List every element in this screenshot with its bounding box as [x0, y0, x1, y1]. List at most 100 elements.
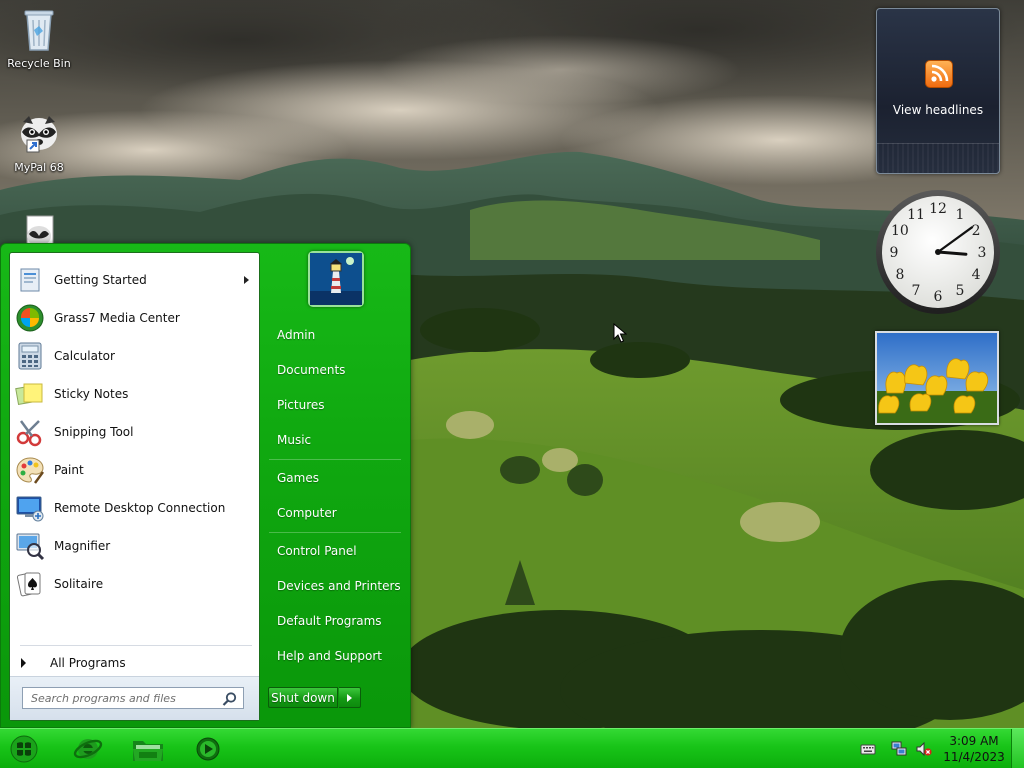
submenu-arrow-icon — [244, 276, 249, 284]
clock-numeral: 1 — [956, 207, 965, 223]
tulips-photo — [877, 333, 997, 423]
place-control-panel[interactable]: Control Panel — [266, 536, 404, 566]
shutdown-button[interactable]: Shut down — [268, 687, 338, 708]
place-label: Devices and Printers — [277, 579, 401, 593]
clock-numeral: 8 — [895, 267, 904, 283]
user-account-picture[interactable] — [308, 251, 364, 307]
program-label: Solitaire — [54, 577, 104, 591]
clock-numeral: 9 — [890, 245, 899, 261]
start-button[interactable] — [2, 732, 46, 766]
all-programs-label: All Programs — [50, 656, 126, 670]
place-documents[interactable]: Documents — [266, 355, 404, 385]
clock-numeral: 11 — [907, 207, 925, 223]
desktop-icon-label: MyPal 68 — [14, 161, 64, 174]
program-snipping-tool[interactable]: Snipping Tool — [12, 414, 257, 450]
raccoon-shortcut-icon — [2, 112, 76, 159]
feed-headlines-gadget[interactable]: View headlines — [876, 8, 1000, 174]
start-menu-programs-pane: Getting Started Grass7 Media Center Calc… — [9, 252, 260, 721]
program-label: Snipping Tool — [54, 425, 134, 439]
media-center-icon — [14, 302, 46, 334]
place-label: Music — [277, 433, 312, 447]
clock-date: 11/4/2023 — [943, 750, 1005, 764]
playing-cards-icon — [14, 568, 46, 600]
mouse-cursor-icon — [613, 322, 628, 346]
volume-muted-icon[interactable] — [916, 741, 932, 757]
place-label: Default Programs — [277, 614, 382, 628]
clock-numeral: 10 — [891, 223, 909, 239]
program-label: Getting Started — [54, 273, 147, 287]
place-label: Computer — [277, 506, 337, 520]
media-player-icon — [196, 737, 220, 761]
shutdown-options-arrow-icon[interactable] — [339, 687, 361, 708]
desktop-icon-label: Recycle Bin — [7, 57, 71, 70]
calculator-icon — [14, 340, 46, 372]
clock-numeral: 6 — [934, 289, 943, 305]
clock-numeral: 3 — [978, 245, 987, 261]
all-programs-button[interactable]: All Programs — [12, 650, 257, 676]
program-label: Remote Desktop Connection — [54, 501, 226, 515]
places-divider — [269, 532, 401, 533]
places-divider — [269, 459, 401, 460]
program-solitaire[interactable]: Solitaire — [12, 566, 257, 602]
start-menu: Getting Started Grass7 Media Center Calc… — [0, 243, 411, 728]
search-bar — [10, 676, 259, 720]
taskbar-explorer[interactable] — [126, 732, 170, 766]
search-icon[interactable] — [222, 691, 238, 707]
program-label: Sticky Notes — [54, 387, 129, 401]
desktop-icon-mypal[interactable]: MyPal 68 — [2, 112, 76, 174]
recycle-bin-icon — [2, 6, 76, 55]
program-getting-started[interactable]: Getting Started — [12, 262, 257, 298]
taskbar-internet-explorer[interactable] — [66, 732, 110, 766]
program-paint[interactable]: Paint — [12, 452, 257, 488]
program-calculator[interactable]: Calculator — [12, 338, 257, 374]
program-label: Calculator — [54, 349, 115, 363]
program-sticky-notes[interactable]: Sticky Notes — [12, 376, 257, 412]
clock-gadget[interactable]: 12 1 2 3 4 5 6 7 8 9 10 11 — [874, 188, 1002, 316]
view-headlines-link[interactable]: View headlines — [877, 103, 999, 117]
desktop-icon-recycle-bin[interactable]: Recycle Bin — [2, 6, 76, 70]
place-label: Pictures — [277, 398, 325, 412]
clock-time: 3:09 AM — [949, 734, 999, 748]
place-music[interactable]: Music — [266, 425, 404, 455]
search-input[interactable] — [22, 687, 244, 709]
place-label: Control Panel — [277, 544, 357, 558]
taskbar: 3:09 AM 11/4/2023 — [0, 728, 1024, 768]
place-label: Documents — [277, 363, 346, 377]
place-label: Admin — [277, 328, 316, 342]
place-help-support[interactable]: Help and Support — [266, 641, 404, 671]
program-magnifier[interactable]: Magnifier — [12, 528, 257, 564]
show-desktop-button[interactable] — [1011, 729, 1024, 768]
program-label: Grass7 Media Center — [54, 311, 180, 325]
place-label: Games — [277, 471, 319, 485]
paint-palette-icon — [14, 454, 46, 486]
program-media-center[interactable]: Grass7 Media Center — [12, 300, 257, 336]
taskbar-clock[interactable]: 3:09 AM 11/4/2023 — [940, 733, 1008, 765]
place-pictures[interactable]: Pictures — [266, 390, 404, 420]
place-devices-printers[interactable]: Devices and Printers — [266, 571, 404, 601]
program-remote-desktop[interactable]: Remote Desktop Connection — [12, 490, 257, 526]
rss-icon — [925, 60, 953, 88]
clock-numeral: 2 — [972, 223, 981, 239]
slideshow-gadget[interactable] — [875, 331, 999, 425]
gadget-footer — [877, 143, 999, 173]
place-games[interactable]: Games — [266, 463, 404, 493]
analog-clock-face: 12 12 3 45678 9 1011 — [876, 190, 1000, 314]
arrow-right-icon — [21, 658, 26, 668]
desktop-icon-partial[interactable] — [2, 214, 76, 243]
clock-numeral: 4 — [972, 267, 981, 283]
getting-started-icon — [14, 264, 46, 296]
lighthouse-icon — [310, 253, 362, 305]
place-default-programs[interactable]: Default Programs — [266, 606, 404, 636]
place-computer[interactable]: Computer — [266, 498, 404, 528]
place-admin[interactable]: Admin — [266, 320, 404, 350]
clock-numeral: 7 — [912, 283, 921, 299]
network-icon[interactable] — [891, 741, 907, 757]
keyboard-icon[interactable] — [860, 741, 876, 757]
windows-explorer-folder-icon — [133, 741, 163, 761]
taskbar-media-player[interactable] — [186, 732, 230, 766]
clock-numeral: 12 — [929, 201, 947, 217]
programs-divider — [20, 645, 252, 646]
program-label: Paint — [54, 463, 84, 477]
raccoon-document-icon — [2, 214, 76, 243]
internet-explorer-icon — [73, 739, 103, 759]
